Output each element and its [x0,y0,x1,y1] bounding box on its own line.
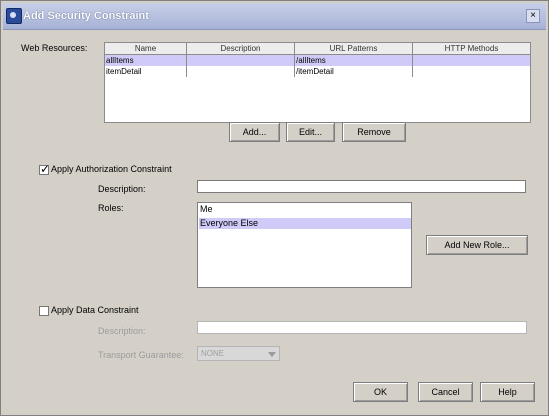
close-button[interactable]: × [526,9,540,23]
table-cell-name: allItems [105,55,187,66]
column-header-http-methods: HTTP Methods [444,44,499,53]
help-button[interactable]: Help [480,382,535,402]
table-row[interactable]: allItems /allItems [105,55,530,66]
data-constraint-checkbox[interactable] [39,306,49,316]
chevron-down-icon [268,352,276,357]
data-description-label: Description: [98,326,146,336]
table-cell-description [187,66,295,77]
role-item-selected[interactable]: Everyone Else [199,218,411,229]
table-cell-description [187,55,295,66]
transport-guarantee-label: Transport Guarantee: [98,350,184,360]
add-new-role-button[interactable]: Add New Role... [426,235,528,255]
table-row[interactable]: itemDetail /itemDetail [105,66,530,77]
edit-resource-button[interactable]: Edit... [286,122,335,142]
data-constraint-checkbox-label: Apply Data Constraint [51,305,139,315]
role-item[interactable]: Me [199,204,411,215]
cancel-button[interactable]: Cancel [418,382,473,402]
window-title: Add Security Constraint [23,10,149,22]
web-resources-label: Web Resources: [21,43,88,53]
data-description-field[interactable] [197,321,527,334]
table-cell-url-patterns: /allItems [295,55,413,66]
web-resources-table[interactable]: Name Description URL Patterns HTTP Metho… [104,42,531,123]
app-icon [6,8,22,24]
authorization-checkbox-label: Apply Authorization Constraint [51,164,172,174]
roles-list[interactable]: Me Everyone Else [197,202,412,288]
roles-label: Roles: [98,203,124,213]
column-header-description: Description [187,43,295,54]
remove-resource-button[interactable]: Remove [342,122,406,142]
ok-button[interactable]: OK [353,382,408,402]
table-header: Name Description URL Patterns HTTP Metho… [105,43,530,55]
column-header-name: Name [105,43,187,54]
authorization-checkbox[interactable] [39,162,50,176]
authorization-description-label: Description: [98,184,146,194]
table-cell-http-methods [413,66,530,77]
dialog-window: Add Security Constraint × Web Resources:… [0,0,549,416]
title-bar: Add Security Constraint × [3,3,546,30]
authorization-description-field[interactable] [197,180,526,193]
table-cell-http-methods [413,55,530,66]
transport-guarantee-value: NONE [201,349,225,358]
table-cell-url-patterns: /itemDetail [295,66,413,77]
add-resource-button[interactable]: Add... [229,122,280,142]
column-header-url-patterns: URL Patterns [295,43,413,54]
transport-guarantee-select[interactable]: NONE [197,346,280,361]
table-cell-name: itemDetail [105,66,187,77]
